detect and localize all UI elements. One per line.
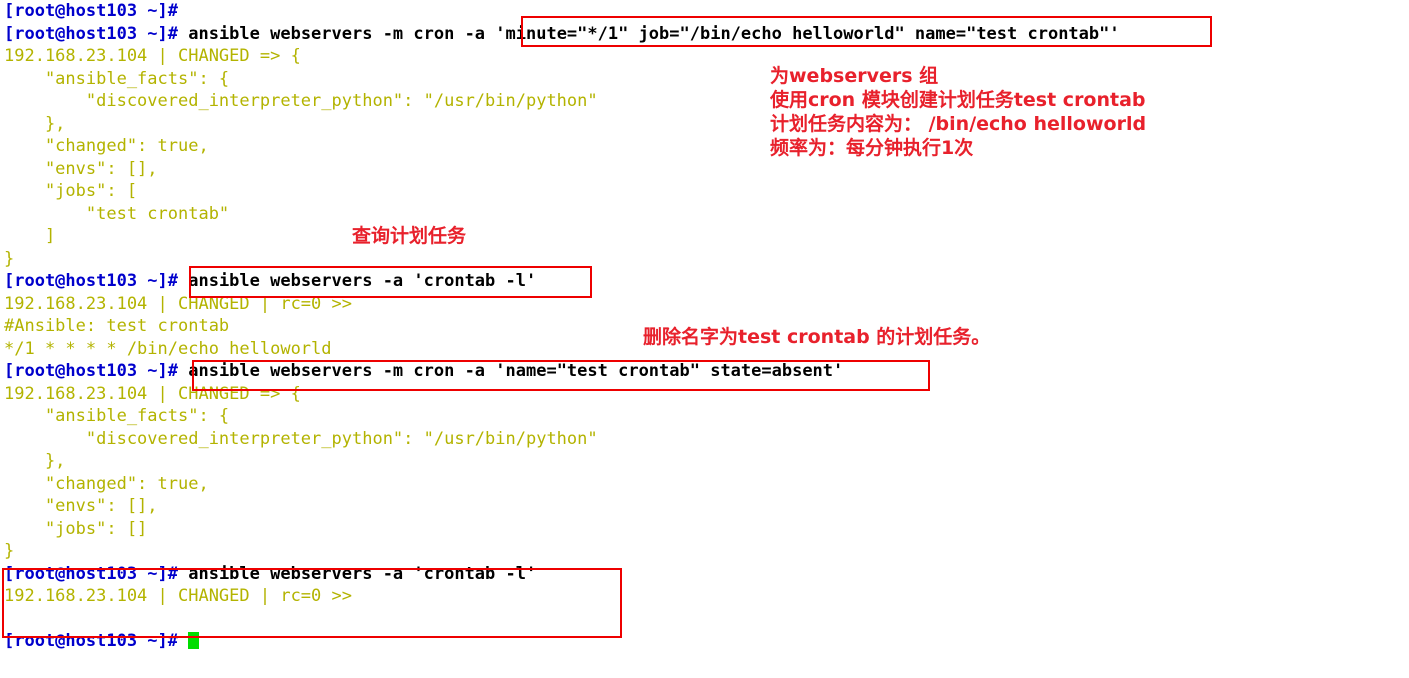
terminal-line: [root@host103 ~]# ansible webservers -m … (4, 23, 1404, 46)
terminal-output-line: }, (4, 451, 66, 471)
shell-command: ansible webservers -a 'crontab -l' (178, 271, 537, 291)
terminal-output-line: 192.168.23.104 | CHANGED | rc=0 >> (4, 586, 352, 606)
text-cursor (188, 632, 200, 649)
shell-command: ansible webservers -a 'crontab -l' (178, 563, 537, 584)
terminal-output-line: } (4, 248, 15, 269)
shell-prompt: [root@host103 ~]# (4, 23, 178, 44)
annotation-query-task: 查询计划任务 (352, 225, 467, 247)
terminal-output-line: "changed": true, (4, 473, 209, 494)
terminal-line: [root@host103 ~]# (4, 0, 1404, 23)
shell-prompt: [root@host103 ~]# (4, 1, 178, 21)
terminal-line: [root@host103 ~]# ansible webservers -a … (4, 270, 1404, 293)
terminal-screen: [root@host103 ~]# [root@host103 ~]# ansi… (0, 0, 1409, 678)
terminal-output-line: } (4, 541, 15, 561)
shell-prompt: [root@host103 ~]# (4, 631, 178, 651)
terminal-output-line: "jobs": [ (4, 181, 138, 201)
terminal-output-line: "envs": [], (4, 496, 158, 516)
terminal-output-line: "envs": [], (4, 158, 158, 179)
annotation-create-task: 为webservers 组 使用cron 模块创建计划任务test cronta… (770, 65, 1147, 159)
terminal-output-line: "ansible_facts": { (4, 406, 230, 426)
shell-command (178, 631, 188, 651)
terminal-output-line: 192.168.23.104 | CHANGED | rc=0 >> (4, 293, 352, 314)
terminal-line-active: [root@host103 ~]# (4, 630, 1404, 653)
shell-prompt: [root@host103 ~]# (4, 271, 178, 291)
shell-command: ansible webservers -m cron -a 'name="tes… (178, 361, 844, 381)
terminal-output-line: "changed": true, (4, 136, 209, 156)
terminal-output-line: }, (4, 113, 66, 134)
annotation-delete-task: 删除名字为test crontab 的计划任务。 (643, 326, 991, 348)
shell-prompt: [root@host103 ~]# (4, 563, 178, 584)
terminal-output-line: "ansible_facts": { (4, 68, 230, 89)
terminal-line: [root@host103 ~]# ansible webservers -a … (4, 563, 1404, 586)
terminal-output-line: ] (4, 226, 56, 246)
terminal-output-line: 192.168.23.104 | CHANGED => { (4, 46, 301, 66)
shell-command: ansible webservers -m cron -a 'minute="*… (178, 23, 1120, 44)
terminal-output-line: "discovered_interpreter_python": "/usr/b… (4, 428, 598, 449)
shell-prompt: [root@host103 ~]# (4, 361, 178, 381)
terminal-output-line: 192.168.23.104 | CHANGED => { (4, 383, 301, 404)
terminal-output-line: "discovered_interpreter_python": "/usr/b… (4, 91, 598, 111)
terminal-line: [root@host103 ~]# ansible webservers -m … (4, 360, 1404, 383)
terminal-output-line: "jobs": [] (4, 518, 148, 539)
terminal-output-line: "test crontab" (4, 203, 230, 224)
